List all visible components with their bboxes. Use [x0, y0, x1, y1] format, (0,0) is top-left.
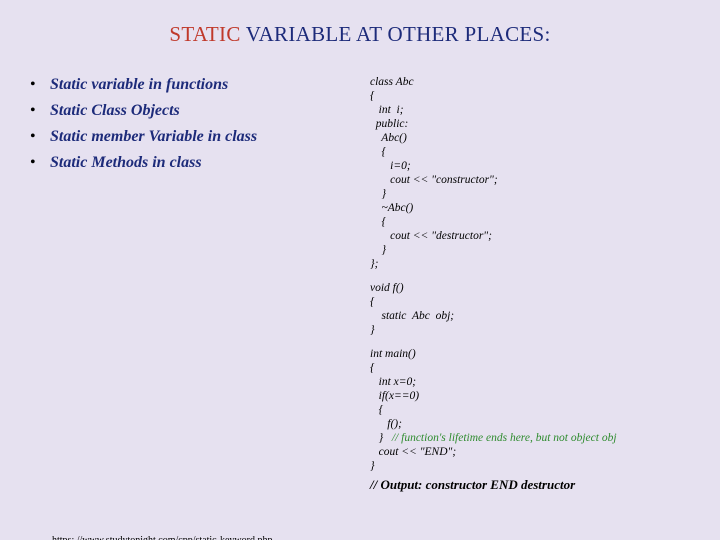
bullet-text: Static member Variable in class: [50, 127, 257, 147]
list-item: • Static Methods in class: [30, 153, 370, 173]
code-comment: // function's lifetime ends here, but no…: [392, 432, 617, 444]
code-block-main: int main() { int x=0; if(x==0) { f(); } …: [370, 347, 700, 473]
title-rest: VARIABLE AT OTHER PLACES:: [241, 22, 551, 46]
output-line: // Output: constructor END destructor: [370, 477, 700, 492]
bullet-icon: •: [30, 101, 50, 121]
content-area: • Static variable in functions • Static …: [0, 75, 720, 492]
bullet-text: Static Methods in class: [50, 153, 202, 173]
list-item: • Static variable in functions: [30, 75, 370, 95]
bullet-icon: •: [30, 75, 50, 95]
list-item: • Static Class Objects: [30, 101, 370, 121]
bullet-icon: •: [30, 153, 50, 173]
code-column: class Abc { int i; public: Abc() { i=0; …: [370, 75, 720, 492]
slide-title: STATIC VARIABLE AT OTHER PLACES:: [0, 22, 720, 47]
code-block-func: void f() { static Abc obj; }: [370, 281, 700, 337]
bullet-text: Static variable in functions: [50, 75, 228, 95]
bullet-icon: •: [30, 127, 50, 147]
source-url: https: //www.studytonight.com/cpp/static…: [52, 535, 272, 540]
bullet-list: • Static variable in functions • Static …: [0, 75, 370, 492]
code-block-class: class Abc { int i; public: Abc() { i=0; …: [370, 75, 700, 271]
list-item: • Static member Variable in class: [30, 127, 370, 147]
title-static-word: STATIC: [169, 22, 240, 46]
bullet-text: Static Class Objects: [50, 101, 180, 121]
